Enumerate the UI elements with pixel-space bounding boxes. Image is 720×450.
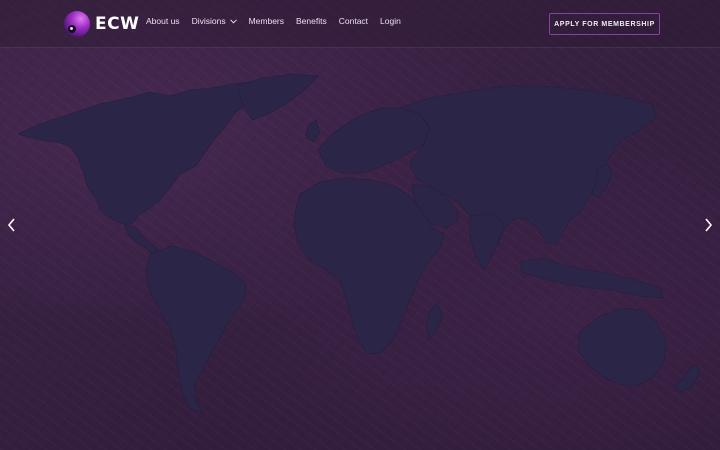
map-indonesia — [519, 257, 665, 299]
map-greenland — [237, 73, 319, 121]
map-australia — [577, 307, 667, 387]
map-central-america — [123, 223, 161, 257]
map-south-america — [145, 245, 247, 413]
hero-section: ECW About us Divisions Members Benefits … — [0, 0, 720, 450]
map-new-zealand — [673, 363, 701, 393]
purple-sphere-icon — [64, 11, 90, 37]
map-north-america — [17, 81, 263, 225]
nav-benefits[interactable]: Benefits — [296, 16, 327, 26]
main-nav: About us Divisions Members Benefits Cont… — [146, 16, 413, 26]
nav-about-us[interactable]: About us — [146, 16, 180, 26]
chevron-left-icon[interactable] — [6, 217, 18, 233]
map-madagascar — [425, 303, 443, 339]
world-map — [17, 73, 701, 413]
logo-text: ECW — [95, 14, 140, 34]
apply-membership-button[interactable]: APPLY FOR MEMBERSHIP — [549, 13, 660, 35]
nav-contact[interactable]: Contact — [339, 16, 368, 26]
nav-divisions-label: Divisions — [191, 16, 226, 26]
map-uk — [305, 119, 321, 143]
logo[interactable]: ECW — [63, 10, 139, 38]
site-header: ECW About us Divisions Members Benefits … — [0, 0, 720, 48]
nav-members[interactable]: Members — [249, 16, 284, 26]
chevron-right-icon[interactable] — [702, 217, 714, 233]
chevron-down-icon — [229, 18, 237, 24]
nav-login[interactable]: Login — [380, 16, 401, 26]
nav-divisions[interactable]: Divisions — [192, 16, 237, 26]
